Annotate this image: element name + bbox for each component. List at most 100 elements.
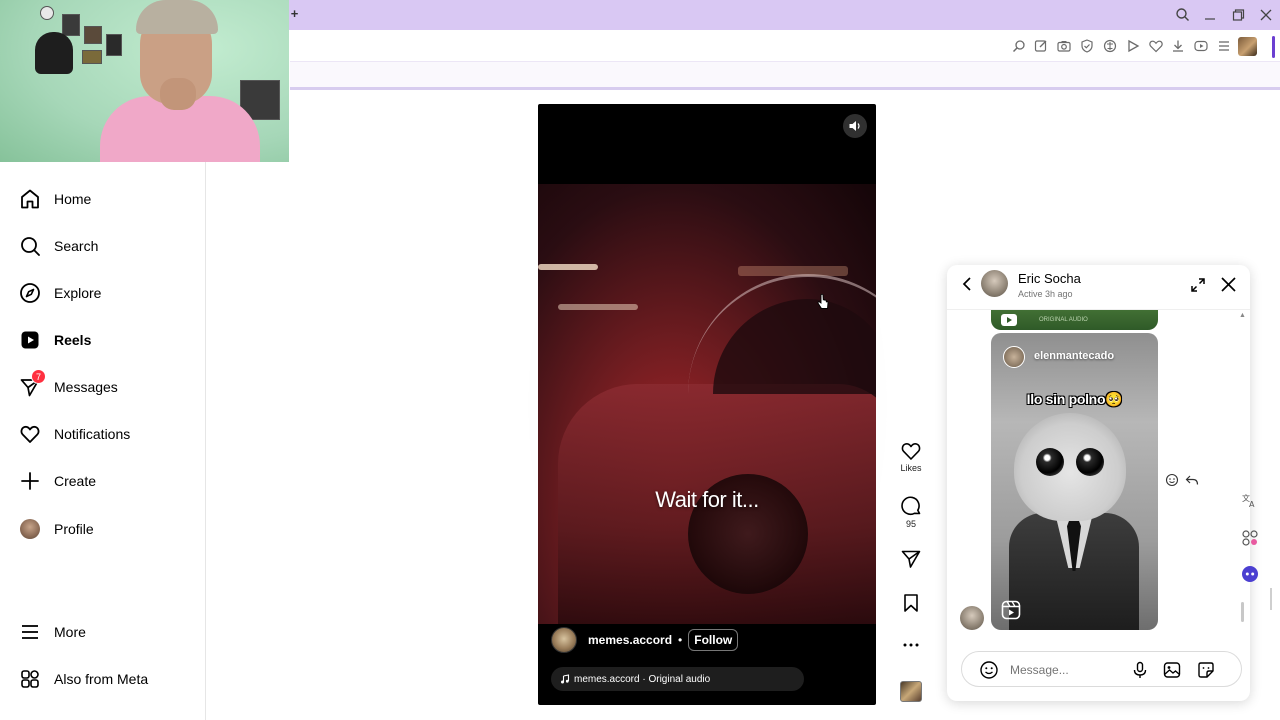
sidebar-item-create[interactable]: Create: [19, 469, 96, 493]
chat-scrollbar-thumb[interactable]: [1241, 602, 1244, 622]
menu-icon[interactable]: [1216, 38, 1232, 54]
microphone-icon[interactable]: [1130, 660, 1150, 680]
sidebar-item-notifications[interactable]: Notifications: [19, 422, 130, 446]
contact-name[interactable]: Eric Socha: [1018, 271, 1081, 286]
sidebar-toggle-accent[interactable]: [1272, 36, 1275, 58]
sidebar-item-search[interactable]: Search: [19, 234, 98, 258]
audio-pill[interactable]: memes.accord · Original audio: [551, 667, 804, 691]
sidebar-item-reels[interactable]: Reels: [19, 328, 91, 352]
close-icon[interactable]: [1257, 7, 1275, 23]
compass-icon: [20, 283, 40, 303]
bookmark-icon[interactable]: [901, 593, 921, 613]
reels-icon: [21, 331, 39, 349]
wall-poster: [62, 14, 80, 36]
play-icon[interactable]: [1125, 38, 1141, 54]
audio-thumbnail[interactable]: [900, 681, 922, 702]
baby-eye: [1036, 448, 1064, 476]
sidebar-item-label: Search: [54, 238, 99, 254]
chat-messages[interactable]: ORIGINAL AUDIO ▲ elenmantecado Ilo sin p…: [947, 310, 1250, 645]
message-input[interactable]: [1010, 663, 1120, 677]
comment-action[interactable]: 95: [898, 495, 924, 529]
browser-profile-avatar[interactable]: [1238, 37, 1257, 56]
emoji-icon[interactable]: [979, 660, 999, 680]
more-action[interactable]: [898, 638, 924, 652]
reply-icon[interactable]: [1185, 473, 1199, 487]
share-action[interactable]: [898, 549, 924, 569]
shared-reel-caption: Ilo sin polno🥺: [1026, 391, 1123, 407]
light-streak: [538, 264, 598, 270]
heart-icon: [20, 425, 40, 443]
person-hand: [160, 78, 196, 110]
likes-label: Likes: [900, 463, 922, 473]
person-cap: [136, 0, 218, 34]
expand-icon[interactable]: [1190, 277, 1206, 293]
mute-button[interactable]: [843, 114, 867, 138]
search-icon: [21, 237, 40, 256]
sender-avatar[interactable]: [960, 606, 984, 630]
shared-reel-avatar: [1003, 346, 1025, 368]
car-roof: [688, 274, 876, 394]
back-arrow-icon[interactable]: [960, 276, 974, 292]
chat-header: Eric Socha Active 3h ago: [947, 265, 1250, 310]
hanging-cap: [35, 32, 73, 74]
hamburger-icon: [22, 625, 38, 639]
author-username[interactable]: memes.accord: [588, 633, 672, 647]
follow-button[interactable]: Follow: [688, 629, 739, 651]
share-icon[interactable]: [900, 549, 922, 569]
wall-poster: [40, 6, 54, 20]
sidebar-item-home[interactable]: Home: [19, 187, 91, 211]
wall-poster: [84, 26, 102, 44]
reel-video[interactable]: [538, 184, 876, 624]
assistant-extension-icon[interactable]: [1241, 565, 1259, 583]
new-tab-button[interactable]: +: [289, 7, 300, 20]
sticker-icon[interactable]: [1196, 660, 1216, 680]
plus-icon: [21, 472, 39, 490]
save-action[interactable]: [898, 593, 924, 613]
sidebar-item-explore[interactable]: Explore: [19, 281, 101, 305]
page-scrollbar[interactable]: [1270, 588, 1272, 610]
camera-icon[interactable]: [1056, 38, 1072, 54]
comment-icon[interactable]: [900, 495, 922, 517]
image-icon[interactable]: [1162, 660, 1182, 680]
sidebar-item-label: Messages: [54, 379, 118, 395]
search-icon[interactable]: [1174, 7, 1192, 23]
emoji-react-icon[interactable]: [1165, 473, 1179, 487]
extensions-grid-icon[interactable]: [1241, 529, 1259, 547]
edit-icon[interactable]: [1033, 38, 1049, 54]
sidebar-item-label: Profile: [54, 521, 94, 537]
zoom-icon[interactable]: [1011, 38, 1027, 54]
author-avatar[interactable]: [551, 627, 577, 653]
close-icon[interactable]: [1220, 276, 1237, 293]
bookmarks-bar: [290, 62, 1280, 90]
sidebar-item-label: Home: [54, 191, 92, 207]
download-icon[interactable]: [1170, 38, 1186, 54]
translate-icon[interactable]: [1102, 38, 1118, 54]
scroll-up-arrow-icon[interactable]: ▲: [1239, 312, 1246, 319]
media-icon[interactable]: [1193, 38, 1209, 54]
previous-media-text: ORIGINAL AUDIO: [1039, 317, 1088, 323]
shared-reel-username: elenmantecado: [1034, 350, 1115, 362]
restore-icon[interactable]: [1229, 7, 1247, 23]
more-options-icon[interactable]: [901, 638, 921, 652]
like-action[interactable]: Likes: [898, 441, 924, 473]
shared-reel-message[interactable]: elenmantecado Ilo sin polno🥺: [991, 333, 1158, 630]
profile-avatar-image: [20, 519, 40, 539]
minimize-icon[interactable]: [1201, 7, 1219, 23]
contact-avatar[interactable]: [981, 270, 1008, 297]
sidebar-item-also-from-meta[interactable]: Also from Meta: [19, 667, 148, 691]
reels-icon: [1001, 600, 1021, 620]
sidebar-item-profile[interactable]: Profile: [19, 517, 94, 541]
sidebar-item-label: Explore: [54, 285, 102, 301]
audio-label: memes.accord · Original audio: [574, 673, 711, 685]
sidebar-item-more[interactable]: More: [19, 620, 86, 644]
heart-icon[interactable]: [900, 441, 922, 461]
translate-extension-icon[interactable]: 文A: [1241, 491, 1259, 509]
sidebar-item-label: Reels: [54, 332, 92, 348]
shield-icon[interactable]: [1079, 38, 1095, 54]
sidebar-item-messages[interactable]: 7 Messages: [19, 369, 118, 399]
previous-media-message[interactable]: ORIGINAL AUDIO: [991, 310, 1158, 330]
reel-player[interactable]: Wait for it... memes.accord • Follow mem…: [538, 104, 876, 705]
sidebar-item-label: Also from Meta: [54, 671, 149, 687]
sidebar-item-label: Create: [54, 473, 97, 489]
heart-icon[interactable]: [1148, 38, 1164, 54]
